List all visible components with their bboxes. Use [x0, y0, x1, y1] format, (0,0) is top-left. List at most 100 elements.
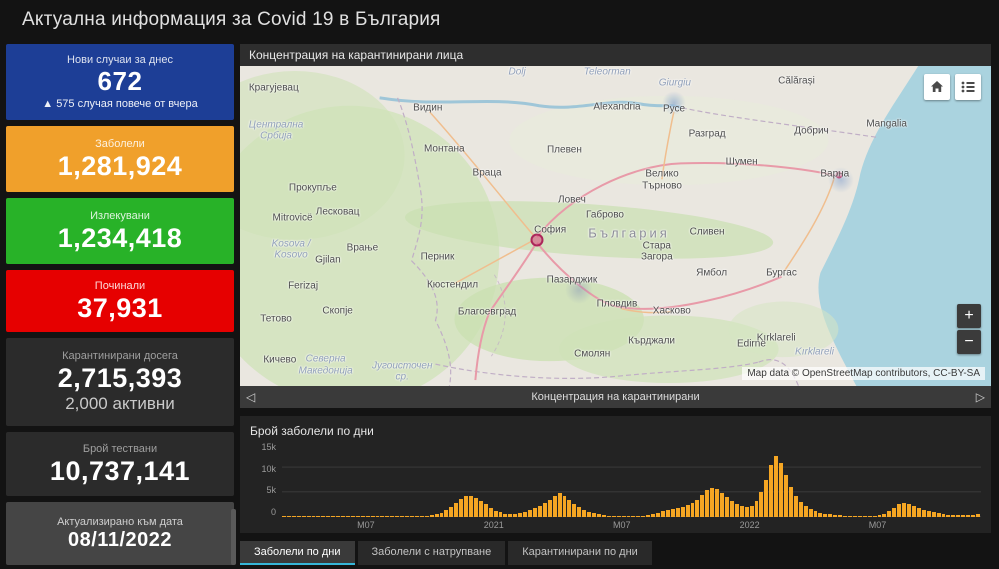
bottom-tabs: Заболели по дни Заболели с натрупване Ка… — [240, 541, 991, 565]
stat-label: Излекувани — [90, 209, 150, 222]
heat-point — [530, 233, 544, 247]
x-tick-label: M07 — [868, 520, 887, 530]
chart-bar — [690, 502, 695, 517]
stat-value: 10,737,141 — [49, 455, 191, 486]
stat-value: 1,234,418 — [57, 222, 183, 253]
chart-bar — [670, 509, 675, 517]
x-tick-label: M07 — [612, 520, 631, 530]
home-icon — [931, 81, 943, 92]
stat-card-deaths: Починали 37,931 — [6, 270, 234, 332]
chart-bar — [675, 508, 680, 517]
chart-bar — [892, 507, 897, 517]
chart-plot[interactable] — [282, 443, 981, 517]
zoom-controls: + − — [957, 304, 981, 354]
stat-label: Актуализирано към дата — [57, 516, 183, 528]
stat-card-new-cases: Нови случаи за днес 672 ▲ 575 случая пов… — [6, 44, 234, 120]
heat-point — [827, 166, 854, 193]
stat-card-updated: Актуализирано към дата 08/11/2022 — [6, 502, 234, 565]
chart-bar — [665, 510, 670, 517]
chart-bar — [483, 504, 488, 517]
map-panel-title: Концентрация на карантинирани лица — [240, 44, 991, 66]
map-panel: Концентрация на карантинирани лица + − M… — [240, 44, 991, 408]
chart-bar — [552, 496, 557, 517]
chart-bar — [464, 496, 469, 517]
chart-bar — [779, 462, 784, 517]
chart-bar — [577, 507, 582, 517]
chart-bar — [784, 475, 788, 517]
chart-bar — [734, 503, 739, 517]
legend-button[interactable] — [955, 74, 981, 100]
chart-plot-wrap: M07 2021 M07 2022 M07 — [282, 443, 981, 530]
chart-bar — [542, 502, 547, 517]
chart-bar — [916, 507, 921, 517]
chart-bar — [749, 506, 754, 517]
chart-bar — [769, 465, 774, 517]
carousel-next-arrow-icon[interactable]: ▷ — [970, 386, 991, 408]
chart-bar — [685, 505, 690, 517]
chart-bar — [454, 502, 459, 517]
stat-label: Починали — [94, 279, 146, 292]
main-column: Концентрация на карантинирани лица + − M… — [240, 44, 991, 565]
x-tick-label: M07 — [357, 520, 375, 530]
stat-delta: ▲ 575 случая повече от вчера — [42, 97, 198, 110]
chart-bar — [469, 495, 473, 517]
chart-title: Брой заболели по дни — [250, 424, 374, 438]
x-tick-label: 2022 — [739, 520, 760, 530]
chart-bar — [803, 506, 808, 517]
carousel-prev-arrow-icon[interactable]: ◁ — [240, 386, 261, 408]
chart-y-axis: 15k 10k 5k 0 — [250, 443, 282, 529]
chart-bar — [695, 499, 700, 517]
heat-point — [662, 90, 687, 115]
y-tick-label: 15k — [261, 442, 276, 452]
map-terrain — [240, 66, 991, 386]
home-extent-button[interactable] — [924, 74, 950, 100]
chart-bar — [562, 495, 567, 517]
legend-icon — [961, 81, 975, 93]
stat-label: Карантинирани досега — [62, 349, 178, 362]
chart-bar — [798, 502, 803, 517]
dashboard-content: Нови случаи за днес 672 ▲ 575 случая пов… — [0, 40, 999, 569]
chart-bar — [788, 487, 793, 517]
stat-sub: 2,000 активни — [65, 394, 175, 414]
tab-quarantined-by-day[interactable]: Карантинирани по дни — [508, 541, 652, 565]
tab-infected-by-day[interactable]: Заболели по дни — [240, 541, 355, 565]
chart-bar — [729, 500, 734, 517]
tab-infected-cumulative[interactable]: Заболели с натрупване — [357, 541, 506, 565]
chart-bar — [478, 500, 483, 517]
stat-label: Брой тествани — [82, 442, 158, 455]
chart-bar — [533, 508, 537, 517]
chart-bar — [715, 489, 720, 517]
stat-value: 1,281,924 — [57, 150, 183, 181]
zoom-out-button[interactable]: − — [957, 330, 981, 354]
stat-value: 2,715,393 — [57, 362, 183, 393]
stat-value: 37,931 — [77, 292, 163, 323]
sidebar-scrollbar[interactable] — [231, 509, 236, 565]
y-tick-label: 5k — [266, 485, 276, 496]
chart-bar — [897, 504, 902, 517]
heat-point — [835, 171, 843, 179]
chart-bar — [793, 496, 798, 517]
chart-bar — [912, 505, 916, 517]
stat-card-quarantined: Карантинирани досега 2,715,393 2,000 акт… — [6, 338, 234, 426]
y-tick-label: 10k — [261, 463, 276, 474]
stat-value: 08/11/2022 — [68, 529, 172, 551]
stat-card-tested: Брой тествани 10,737,141 — [6, 432, 234, 496]
chart-bar — [744, 507, 749, 517]
app-header: Актуална информация за Covid 19 в Българ… — [0, 0, 999, 40]
chart-bar — [459, 499, 464, 517]
map-canvas[interactable]: + − Map data © OpenStreetMap contributor… — [240, 66, 991, 386]
chart-bar — [808, 509, 813, 517]
chart-bar — [528, 510, 533, 517]
map-toolbar — [924, 74, 981, 100]
page-title: Актуална информация за Covid 19 в Българ… — [22, 9, 441, 30]
zoom-in-button[interactable]: + — [957, 304, 981, 328]
chart-bar — [739, 505, 744, 517]
stat-card-recovered: Излекувани 1,234,418 — [6, 198, 234, 264]
stat-card-infected: Заболели 1,281,924 — [6, 126, 234, 192]
chart-bar — [444, 510, 449, 517]
chart-panel: Брой заболели по дни 15k 10k 5k 0 M07 2021 M0… — [240, 416, 991, 533]
chart-bar — [705, 490, 710, 517]
chart-bar — [449, 506, 454, 517]
chart-bar — [764, 479, 769, 517]
chart-body: 15k 10k 5k 0 M07 2021 M07 2022 M07 — [250, 443, 981, 530]
